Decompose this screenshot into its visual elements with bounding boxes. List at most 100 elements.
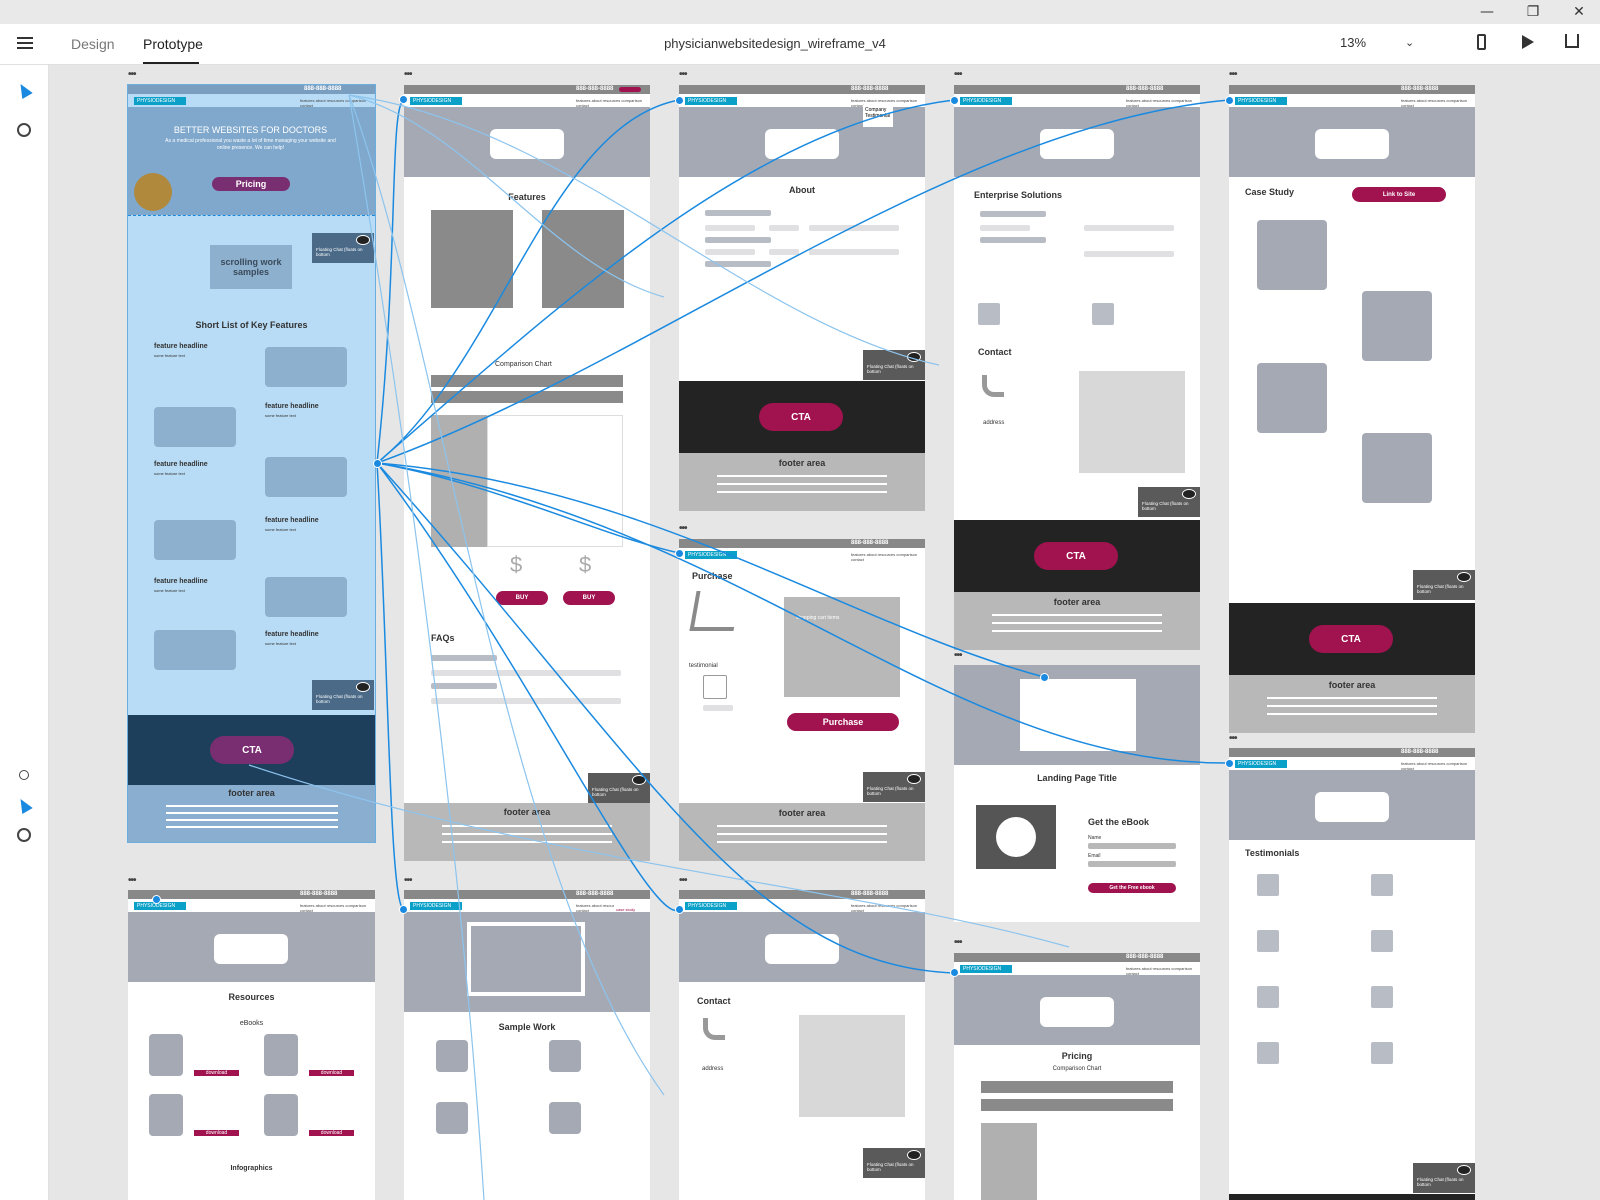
tab-prototype[interactable]: Prototype	[143, 36, 203, 52]
artboard-menu-icon[interactable]: •••	[954, 937, 962, 948]
play-icon[interactable]	[1522, 35, 1534, 49]
artboard-features[interactable]: 888-888-8888 PHYSIODESIGN features about…	[404, 85, 650, 861]
tab-design[interactable]: Design	[71, 36, 115, 52]
artboard-menu-icon[interactable]: •••	[404, 875, 412, 886]
wire-connector[interactable]	[950, 968, 959, 977]
tool-sidebar	[0, 65, 49, 1200]
text-line	[980, 225, 1030, 231]
artboard-menu-icon[interactable]: •••	[954, 650, 962, 661]
floating-chat[interactable]: Floating Chat (floats on bottom	[863, 350, 925, 380]
purchase-button[interactable]: Purchase	[787, 713, 899, 731]
wire-connector[interactable]	[1225, 759, 1234, 768]
nav-links[interactable]: features about resources comparison cont…	[851, 552, 925, 562]
cta-button[interactable]: CTA	[1034, 542, 1118, 570]
pricing-button[interactable]: Pricing	[212, 177, 290, 191]
artboard-home[interactable]: 888-888-8888 PHYSIODESIGN features about…	[127, 84, 376, 843]
artboard-purchase[interactable]: 888-888-8888 PHYSIODESIGN features about…	[679, 539, 925, 861]
artboard-menu-icon[interactable]: •••	[128, 875, 136, 886]
artboard-menu-icon[interactable]: •••	[128, 69, 136, 80]
artboard-pricing[interactable]: 888-888-8888 PHYSIODESIGN features about…	[954, 953, 1200, 1200]
logo: PHYSIODESIGN	[960, 97, 1012, 105]
about-dropdown[interactable]: Company Testimonial	[863, 105, 893, 127]
contact-form[interactable]	[799, 1015, 905, 1117]
scrolling-work-samples: scrolling work samples	[210, 245, 292, 289]
select-tool-icon-secondary[interactable]	[14, 795, 34, 815]
design-canvas[interactable]: ••• 888-888-8888 PHYSIODESIGN features a…	[49, 65, 1600, 1200]
search-icon[interactable]	[14, 120, 34, 140]
close-button[interactable]: ✕	[1556, 0, 1600, 24]
wire-connector[interactable]	[373, 459, 382, 468]
email-field[interactable]	[1088, 861, 1176, 867]
download-button-2[interactable]: download	[309, 1070, 354, 1076]
floating-chat[interactable]: Floating Chat (floats on bottom	[863, 772, 925, 802]
artboard-menu-icon[interactable]: •••	[954, 69, 962, 80]
wire-connector[interactable]	[675, 549, 684, 558]
download-button-1[interactable]: download	[194, 1070, 239, 1076]
floating-chat[interactable]: Floating Chat (floats on bottom	[1413, 1163, 1475, 1193]
contact-form[interactable]	[1079, 371, 1185, 473]
artboard-enterprise[interactable]: 888-888-8888 PHYSIODESIGN features about…	[954, 85, 1200, 650]
wire-connector[interactable]	[675, 905, 684, 914]
artboard-resources[interactable]: 888-888-8888 PHYSIODESIGN features about…	[128, 890, 375, 1200]
zoom-level[interactable]: 13%	[1340, 35, 1366, 50]
artboard-menu-icon[interactable]: •••	[1229, 733, 1237, 744]
wire-connector[interactable]	[1225, 96, 1234, 105]
get-ebook-button[interactable]: Get the Free ebook	[1088, 883, 1176, 893]
floating-chat-2[interactable]: Floating Chat (floats on bottom	[312, 680, 374, 710]
chat-bubble-icon	[356, 235, 370, 245]
search-icon-secondary[interactable]	[14, 825, 34, 845]
artboard-landing[interactable]: Landing Page Title Get the eBook Name Em…	[954, 665, 1200, 922]
cta-button[interactable]: CTA	[1309, 625, 1393, 653]
wire-connector[interactable]	[1040, 673, 1049, 682]
artboard-testimonials[interactable]: 888-888-8888 PHYSIODESIGN features about…	[1229, 748, 1475, 1200]
floating-chat[interactable]: Floating Chat (floats on bottom	[863, 1148, 925, 1178]
feature-text-4: some feature text	[265, 527, 296, 532]
top-bar	[128, 890, 375, 899]
cta-button[interactable]: CTA	[759, 403, 843, 431]
minimize-button[interactable]: —	[1464, 0, 1510, 24]
landing-title: Landing Page Title	[1037, 773, 1117, 783]
footer-line	[992, 630, 1162, 632]
artboard-contact[interactable]: 888-888-8888 PHYSIODESIGN features about…	[679, 890, 925, 1200]
user-icon	[1371, 986, 1393, 1008]
artboard-menu-icon[interactable]: •••	[404, 69, 412, 80]
restore-button[interactable]: ❐	[1510, 0, 1556, 24]
chat-label: Floating Chat (floats on bottom	[316, 247, 363, 257]
select-tool-icon[interactable]	[14, 80, 34, 100]
buy-button-2[interactable]: BUY	[563, 591, 615, 605]
share-icon[interactable]	[1565, 34, 1579, 48]
link-to-site-button[interactable]: Link to Site	[1352, 187, 1446, 202]
menu-testimonial[interactable]: Testimonial	[865, 113, 891, 119]
wire-connector[interactable]	[950, 96, 959, 105]
artboard-menu-icon[interactable]: •••	[679, 875, 687, 886]
wire-connector[interactable]	[675, 96, 684, 105]
wire-connector[interactable]	[152, 895, 161, 904]
artboard-casestudy[interactable]: 888-888-8888 PHYSIODESIGN features about…	[1229, 85, 1475, 733]
artboard-samplework[interactable]: 888-888-8888 PHYSIODESIGN features about…	[404, 890, 650, 1200]
wire-connector[interactable]	[399, 905, 408, 914]
name-field[interactable]	[1088, 843, 1176, 849]
chevron-down-icon[interactable]: ⌄	[1405, 36, 1414, 49]
cta-button[interactable]: CTA	[210, 736, 294, 764]
logo: PHYSIODESIGN	[1235, 97, 1287, 105]
artboard-menu-icon[interactable]: •••	[679, 523, 687, 534]
footer-title: footer area	[1053, 597, 1101, 607]
mobile-preview-icon[interactable]	[1477, 34, 1486, 50]
download-button-4[interactable]: download	[309, 1130, 354, 1136]
floating-chat[interactable]: Floating Chat (floats on bottom	[1138, 487, 1200, 517]
phone-number: 888-888-8888	[1401, 749, 1439, 755]
shapes-icon[interactable]	[14, 765, 34, 785]
buy-button-1[interactable]: BUY	[496, 591, 548, 605]
wire-connector[interactable]	[399, 95, 408, 104]
hamburger-menu-icon[interactable]	[17, 37, 33, 49]
artboard-menu-icon[interactable]: •••	[679, 69, 687, 80]
floating-chat[interactable]: Floating Chat (floats on bottom	[1413, 570, 1475, 600]
footer-line	[166, 819, 338, 821]
artboard-about[interactable]: 888-888-8888 PHYSIODESIGN features about…	[679, 85, 925, 511]
artboard-menu-icon[interactable]: •••	[1229, 69, 1237, 80]
text-line	[705, 210, 771, 216]
floating-chat[interactable]: Floating Chat (floats on bottom	[312, 233, 374, 263]
floating-chat[interactable]: Floating Chat (floats on bottom	[588, 773, 650, 803]
download-button-3[interactable]: download	[194, 1130, 239, 1136]
chat-label: Floating Chat (floats on bottom	[1417, 1177, 1464, 1187]
